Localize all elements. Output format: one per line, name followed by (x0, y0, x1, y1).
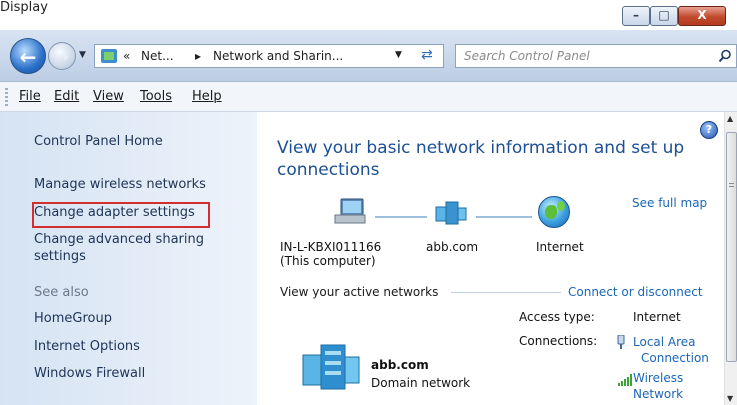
menu-tools[interactable]: Tools (140, 89, 172, 104)
map-node-domain[interactable]: abb.com (426, 240, 478, 254)
breadcrumb-separator-icon[interactable]: ▸ (195, 49, 201, 63)
computer-caption: (This computer) (280, 254, 376, 268)
minimize-icon: – (633, 8, 639, 22)
map-link-domain-internet (476, 216, 532, 218)
search-field[interactable] (455, 44, 737, 68)
back-arrow-icon: ← (19, 45, 37, 69)
close-icon: X (697, 8, 707, 22)
local-area-connection-line2: Connection (641, 351, 709, 365)
page-title-line2: connections (277, 160, 380, 180)
network-type-link[interactable]: Domain network (371, 376, 470, 390)
forward-button[interactable]: → (48, 42, 76, 70)
maximize-icon: □ (658, 8, 670, 22)
access-type-value: Internet (633, 310, 681, 324)
section-divider (451, 292, 561, 293)
map-link-computer-domain (375, 216, 427, 218)
sidebar-item-homegroup[interactable]: HomeGroup (34, 311, 112, 326)
wireless-network-link[interactable]: Wireless Network (633, 370, 683, 402)
map-node-computer[interactable]: IN-L-KBXI011166 (This computer) (280, 240, 381, 268)
access-type-label: Access type: (519, 310, 595, 324)
maximize-button[interactable]: □ (650, 6, 678, 26)
connect-disconnect-link[interactable]: Connect or disconnect (568, 285, 703, 299)
sidebar-item-control-panel-home[interactable]: Control Panel Home (34, 134, 163, 149)
address-field[interactable]: « Net... ▸ Network and Sharin... ▼ ⇄ (94, 44, 444, 68)
minimize-button[interactable]: – (622, 6, 650, 26)
forward-arrow-icon: → (55, 47, 69, 66)
scroll-grip (729, 183, 734, 189)
menu-edit[interactable]: Edit (54, 89, 79, 104)
breadcrumb-network-sharing[interactable]: Network and Sharin... (213, 49, 343, 63)
sidebar-item-advanced-sharing-line2[interactable]: settings (34, 249, 86, 264)
wireless-network-line1: Wireless (633, 371, 684, 385)
title-bar: Display – □ X (0, 0, 737, 30)
see-also-label: See also (34, 285, 89, 300)
sidebar-item-windows-firewall[interactable]: Windows Firewall (34, 366, 145, 381)
domain-icon (435, 201, 467, 225)
address-toolbar: ← → ▼ « Net... ▸ Network and Sharin... ▼… (0, 30, 737, 82)
menu-file[interactable]: File (19, 89, 41, 104)
computer-name: IN-L-KBXI011166 (280, 240, 382, 254)
breadcrumb-network[interactable]: Net... (141, 49, 174, 63)
connections-label: Connections: (519, 334, 598, 348)
see-full-map-link[interactable]: See full map (632, 196, 707, 210)
address-dropdown-icon[interactable]: ▼ (395, 50, 402, 60)
network-name: abb.com (371, 358, 429, 372)
ethernet-adapter-icon (617, 335, 625, 349)
page-title: View your basic network information and … (277, 137, 707, 181)
search-input[interactable] (464, 48, 694, 64)
history-dropdown-icon[interactable]: ▼ (79, 50, 86, 60)
menu-view[interactable]: View (93, 89, 124, 104)
sidebar-item-manage-wireless[interactable]: Manage wireless networks (34, 177, 206, 192)
local-area-connection-link[interactable]: Local Area Connection (633, 334, 709, 366)
breadcrumb-overflow[interactable]: « (123, 49, 130, 63)
back-button[interactable]: ← (10, 38, 46, 74)
window-title: Display (0, 0, 48, 15)
vertical-scrollbar[interactable]: ▲ ▼ (724, 112, 737, 405)
computer-icon (334, 198, 366, 224)
scroll-thumb[interactable] (726, 132, 737, 362)
adapter-settings-highlight (32, 202, 210, 228)
page-title-line1: View your basic network information and … (277, 138, 685, 158)
scroll-down-icon[interactable]: ▼ (727, 394, 733, 403)
local-area-connection-line1: Local Area (633, 335, 696, 349)
control-panel-icon (101, 49, 117, 63)
wireless-signal-icon (618, 374, 632, 386)
sidebar: Control Panel Home Manage wireless netwo… (0, 112, 257, 405)
menu-help[interactable]: Help (192, 89, 222, 104)
active-networks-heading: View your active networks (280, 285, 439, 299)
search-icon[interactable] (718, 49, 732, 63)
map-node-internet[interactable]: Internet (536, 240, 584, 254)
wireless-network-line2: Network (633, 387, 684, 401)
sidebar-item-internet-options[interactable]: Internet Options (34, 339, 140, 354)
menu-bar: File Edit View Tools Help (0, 82, 737, 112)
menu-grip (5, 88, 8, 106)
refresh-icon[interactable]: ⇄ (421, 47, 433, 63)
close-button[interactable]: X (678, 6, 726, 26)
scroll-up-icon[interactable]: ▲ (727, 114, 733, 123)
sidebar-item-advanced-sharing[interactable]: Change advanced sharing (34, 232, 204, 247)
domain-network-icon (302, 344, 360, 390)
internet-globe-icon (538, 196, 570, 228)
